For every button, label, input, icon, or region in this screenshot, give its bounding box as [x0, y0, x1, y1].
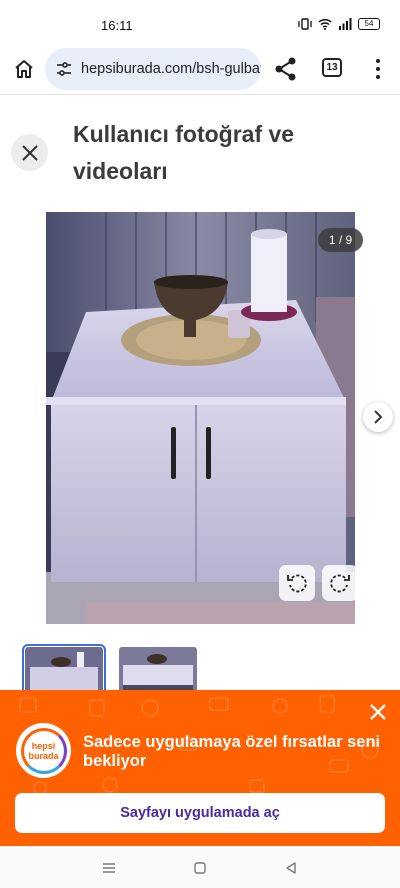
signal-icon: [339, 18, 352, 30]
toolbar-divider: [0, 94, 400, 95]
url-text[interactable]: hepsiburada.com/bsh-gulbay: [81, 61, 261, 77]
thumbnail-image: [119, 647, 197, 695]
page-title: Kullanıcı fotoğraf ve videoları: [73, 121, 295, 184]
battery-icon: 54: [358, 18, 380, 30]
share-icon[interactable]: [272, 55, 300, 83]
rotate-left-button[interactable]: [279, 565, 315, 601]
status-time: 16:11: [101, 18, 133, 33]
gallery-photo[interactable]: [46, 212, 355, 624]
home-button[interactable]: [10, 55, 38, 83]
cabinet-photo: [46, 212, 355, 624]
rotate-right-button[interactable]: [322, 565, 358, 601]
rotate-left-icon: [287, 574, 307, 593]
close-button[interactable]: [11, 134, 48, 171]
recents-icon[interactable]: [101, 860, 117, 876]
thumbnail-image: [25, 647, 103, 695]
promo-text: Sadece uygulamaya özel fırsatlar seni be…: [83, 733, 381, 770]
open-in-app-button[interactable]: Sayfayı uygulamada aç: [15, 793, 385, 833]
browser-toolbar: hepsiburada.com/bsh-gulbay 13: [0, 46, 400, 92]
home-square-icon[interactable]: [192, 860, 208, 876]
vibrate-icon: [298, 18, 312, 30]
url-bar[interactable]: hepsiburada.com/bsh-gulbay: [45, 48, 261, 90]
site-settings-icon[interactable]: [55, 60, 73, 78]
hepsiburada-logo: hepsi burada: [16, 723, 71, 778]
next-image-button[interactable]: [363, 402, 393, 432]
status-bar: 16:11 54: [0, 0, 400, 46]
more-vert-icon[interactable]: [368, 55, 388, 83]
system-nav-bar: [0, 846, 400, 888]
chevron-right-icon: [374, 410, 383, 424]
close-icon: [21, 144, 38, 161]
close-icon[interactable]: [367, 701, 389, 723]
thumbnail-1[interactable]: [22, 644, 106, 698]
logo-text-line2: burada: [28, 750, 59, 761]
home-icon: [15, 60, 33, 78]
rotate-right-icon: [330, 574, 350, 593]
tab-switcher-button[interactable]: 13: [322, 58, 342, 77]
app-promo-banner: hepsi burada Sadece uygulamaya özel fırs…: [0, 690, 400, 846]
screen: 16:11 54 hepsiburada.com/bsh-gulbay 13 K…: [0, 0, 400, 888]
status-icons: 54: [298, 18, 380, 30]
wifi-icon: [318, 18, 332, 30]
image-counter: 1 / 9: [318, 228, 363, 252]
back-icon[interactable]: [283, 860, 299, 876]
logo-text-line1: hepsi: [31, 740, 56, 751]
thumbnail-2[interactable]: [119, 647, 197, 695]
